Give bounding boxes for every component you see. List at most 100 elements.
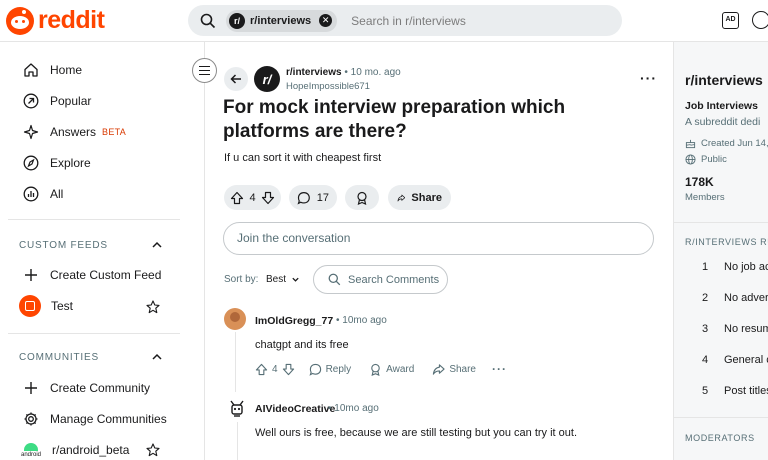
subreddit-icon: r/ [229,12,245,29]
share-icon [433,363,445,375]
downvote-icon[interactable] [282,363,295,376]
reddit-logo[interactable]: reddit [6,6,105,35]
share-label: Share [411,191,442,204]
rule-item[interactable]: 4 General c [702,354,768,366]
more-options-icon[interactable]: ··· [640,70,657,86]
post-time: 10 mo. ago [350,67,401,78]
answers-icon [22,123,40,141]
sidebar-item-home[interactable]: Home [22,60,82,80]
reddit-snoo-icon [6,6,34,35]
rule-item[interactable]: 2 No advert [702,292,768,304]
star-icon[interactable] [146,300,160,314]
subreddit-avatar[interactable]: r/ [254,66,280,92]
award-button[interactable] [345,185,379,210]
chat-icon[interactable] [752,11,768,29]
advertise-icon[interactable]: AD [722,12,739,29]
sidebar-item-explore[interactable]: Explore [22,153,91,173]
chip-label: r/interviews [250,14,312,27]
award-icon [357,191,367,205]
comment-icon [297,191,310,205]
upvote-icon[interactable] [230,191,244,205]
manage-communities-label: Manage Communities [50,412,167,426]
avatar[interactable] [224,308,246,330]
post-subreddit-link[interactable]: r/interviews [286,67,342,78]
sidebar-border [204,42,205,460]
sidebar-item-label: Explore [50,156,91,170]
comment-author[interactable]: ImOldGregg_77 [255,315,333,327]
community-subtitle: Job Interviews [685,100,758,112]
search-icon [200,13,216,28]
share-button[interactable]: Share [388,185,451,210]
share-icon [397,194,406,201]
communities-heading[interactable]: COMMUNITIES [19,352,99,363]
rule-item[interactable]: 5 Post titles [702,385,768,397]
back-button[interactable] [224,67,248,91]
comment-author[interactable]: AIVideoCreative [255,403,335,415]
create-community-label: Create Community [50,381,151,395]
sidebar-divider [8,333,180,334]
sidebar-item-label: All [50,187,64,201]
gear-icon [22,410,40,428]
manage-communities[interactable]: Manage Communities [22,409,167,429]
search-bar[interactable]: r/ r/interviews ✕ Search in r/interviews [188,5,622,36]
comment-actions: 4 Reply Award Share ··· [255,361,507,377]
search-placeholder: Search in r/interviews [351,13,466,28]
downvote-icon[interactable] [261,191,275,205]
post-author[interactable]: HopeImpossible671 [286,81,370,92]
clear-chip-icon[interactable]: ✕ [319,14,333,27]
comment-vote: 4 [255,363,295,376]
create-community[interactable]: Create Community [22,378,150,398]
comments-button[interactable]: 17 [289,185,337,210]
chevron-up-icon[interactable] [151,239,163,251]
vote-count: 4 [249,191,256,204]
award-button[interactable]: Award [369,363,414,376]
more-options-icon[interactable]: ··· [492,362,507,376]
join-conversation-input[interactable]: Join the conversation [223,222,654,255]
collapse-sidebar-button[interactable] [192,58,217,83]
meta-separator: • [344,67,348,78]
reply-icon [309,363,321,376]
sidebar-item-answers[interactable]: Answers BETA [22,122,126,142]
star-icon[interactable] [146,443,160,457]
comment-text: Well ours is free, because we are still … [255,427,578,439]
share-button[interactable]: Share [432,363,476,376]
created-date: Created Jun 14, [685,138,768,149]
search-community-chip[interactable]: r/ r/interviews ✕ [226,9,338,32]
top-bar: reddit r/ r/interviews ✕ Search in r/int… [0,0,768,42]
search-comments-input[interactable]: Search Comments [313,265,448,294]
reply-button[interactable]: Reply [309,363,352,376]
sidebar-item-all[interactable]: All [22,184,63,204]
sidebar-item-popular[interactable]: Popular [22,91,91,111]
popular-arrow-icon [22,92,40,110]
award-icon [371,363,380,376]
community-android-beta[interactable]: android r/android_beta [20,440,129,460]
share-label: Share [449,363,476,375]
chevron-up-icon[interactable] [151,351,163,363]
rule-item[interactable]: 3 No resum [702,323,768,335]
reply-label: Reply [325,363,352,375]
home-icon [22,61,40,79]
chevron-down-icon [292,277,299,282]
custom-feed-test[interactable]: Test [19,295,73,317]
right-sidebar: r/interviews Job Interviews A subreddit … [673,42,768,460]
thread-line[interactable] [235,332,236,392]
panel-divider [674,417,768,418]
avatar[interactable] [226,397,248,419]
upvote-icon[interactable] [255,363,268,376]
create-custom-feed-label: Create Custom Feed [50,268,162,282]
rule-item[interactable]: 1 No job ac [702,261,768,273]
comment-vote-count: 4 [272,363,278,375]
sort-label: Sort by: [224,274,259,285]
sidebar-item-label: Answers [50,125,97,139]
logo-wordmark: reddit [38,6,105,34]
custom-feeds-heading[interactable]: CUSTOM FEEDS [19,240,108,251]
community-description: A subreddit dedi [685,116,761,128]
create-custom-feed[interactable]: Create Custom Feed [22,265,161,285]
comment-count: 17 [316,191,329,204]
comment-time: • 10mo ago [328,403,379,414]
thread-line[interactable] [237,422,238,460]
search-icon [328,273,341,286]
sort-dropdown[interactable]: Best [266,274,300,285]
rules-heading: R/INTERVIEWS RUL [685,237,768,247]
android-icon: android [20,439,42,460]
